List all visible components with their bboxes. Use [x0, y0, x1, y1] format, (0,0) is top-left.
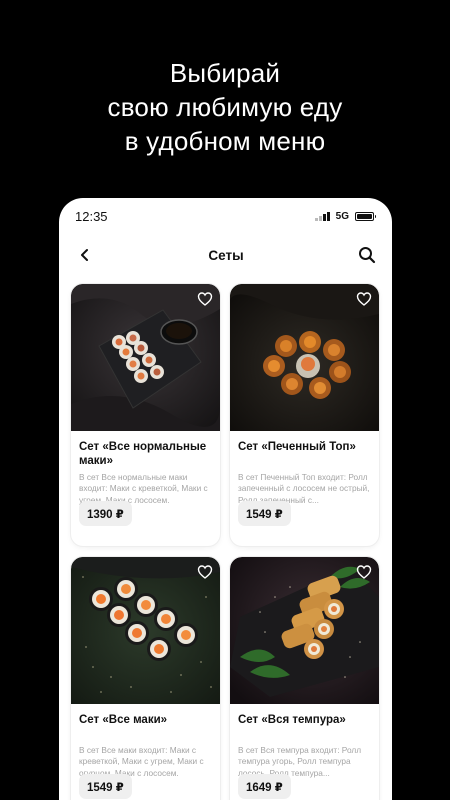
price-button[interactable]: 1549 ₽ [238, 501, 291, 526]
product-photo-maki-set [71, 284, 220, 431]
favorite-heart-icon[interactable] [197, 291, 213, 307]
promo-line-3: в удобном меню [124, 126, 326, 156]
promo-headline: Выбирай свою любимую еду в удобном меню [0, 56, 450, 158]
product-title: Сет «Все маки» [79, 714, 168, 726]
battery-icon [355, 211, 376, 221]
promo-line-1: Выбирай [169, 58, 281, 88]
favorite-heart-icon[interactable] [356, 564, 372, 580]
status-bar: 12:35 5G [59, 198, 392, 234]
price-button[interactable]: 1390 ₽ [79, 501, 132, 526]
product-grid: Сет «Все нормальные маки» В сет Все норм… [59, 276, 392, 800]
status-indicators: 5G [315, 210, 376, 222]
search-button[interactable] [355, 243, 379, 267]
price-button[interactable]: 1649 ₽ [238, 774, 291, 799]
product-photo-tempura-rolls [230, 557, 379, 704]
app-header: Сеты [59, 234, 392, 276]
favorite-heart-icon[interactable] [197, 564, 213, 580]
signal-icon [315, 211, 330, 221]
price-button[interactable]: 1549 ₽ [79, 774, 132, 799]
status-time: 12:35 [75, 208, 108, 224]
product-card[interactable]: Сет «Все маки» В сет Все маки входит: Ма… [71, 557, 220, 800]
promo-line-2: свою любимую еду [107, 92, 343, 122]
phone-screen: 12:35 5G Сеты Сет «Все нормальные маки» … [59, 198, 392, 800]
product-card[interactable]: Сет «Все нормальные маки» В сет Все норм… [71, 284, 220, 546]
back-button[interactable] [73, 243, 97, 267]
product-title: Сет «Все нормальные маки» [79, 441, 207, 467]
network-label: 5G [335, 210, 349, 222]
product-photo-baked-rolls [230, 284, 379, 431]
favorite-heart-icon[interactable] [356, 291, 372, 307]
product-title: Сет «Печенный Топ» [238, 441, 356, 453]
product-title: Сет «Вся темпура» [238, 714, 346, 726]
product-card[interactable]: Сет «Печенный Топ» В сет Печенный Топ вх… [230, 284, 379, 546]
page-title: Сеты [208, 247, 244, 263]
chevron-left-icon [81, 249, 88, 261]
product-photo-all-maki [71, 557, 220, 704]
search-icon [358, 247, 376, 264]
product-card[interactable]: Сет «Вся темпура» В сет Вся темпура вход… [230, 557, 379, 800]
